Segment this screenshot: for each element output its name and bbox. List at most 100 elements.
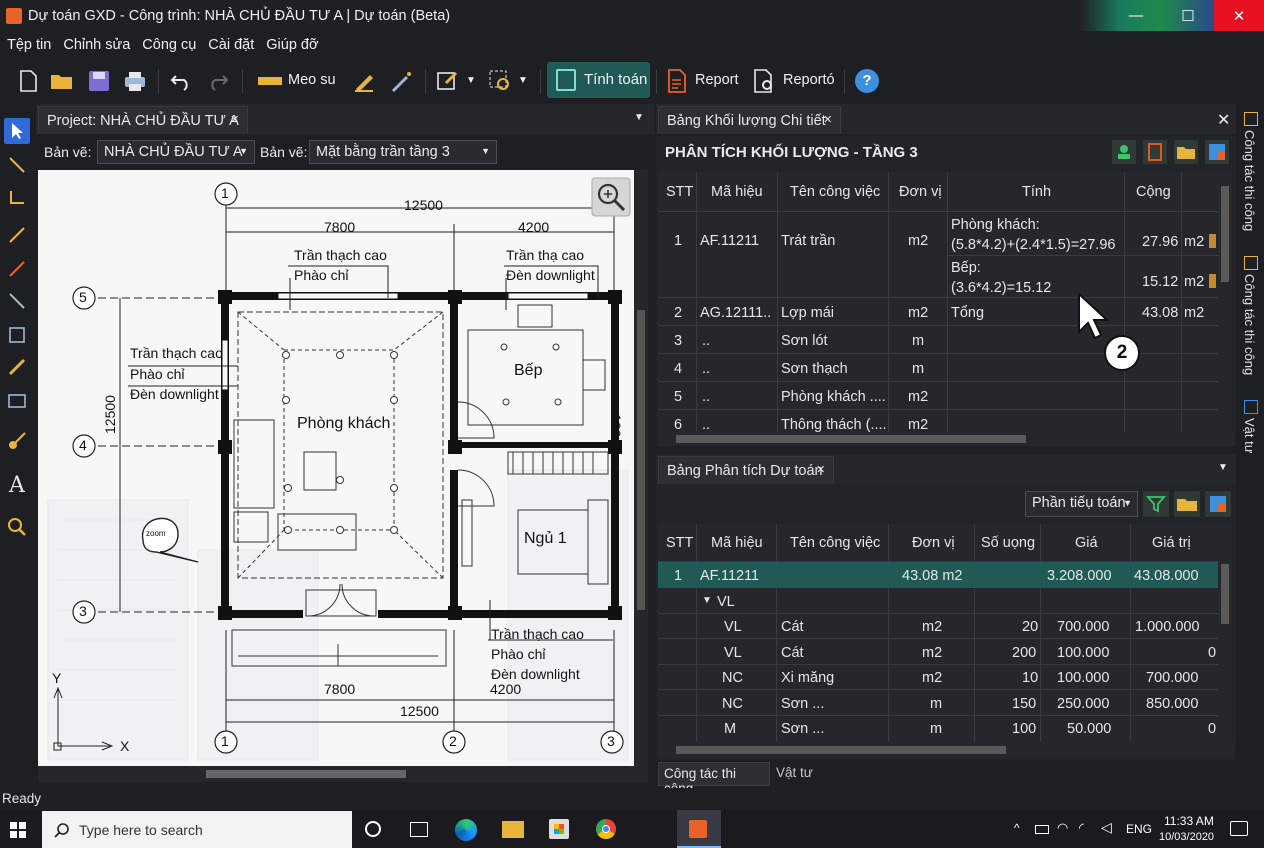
tab-cong-tac[interactable]: Công tác thi công bbox=[658, 762, 770, 796]
project-tab-close[interactable]: × bbox=[231, 112, 239, 128]
menu-settings[interactable]: Cài đặt bbox=[208, 37, 254, 53]
maximize-glyph[interactable]: ☐ bbox=[1162, 0, 1214, 31]
line-icon[interactable] bbox=[4, 222, 30, 248]
menu-tools[interactable]: Công cụ bbox=[142, 37, 196, 53]
chevron-down-icon: ▼ bbox=[239, 146, 248, 156]
drawing-select[interactable]: NHÀ CHỦ ĐẦU TƯ A ▼ bbox=[97, 140, 255, 164]
side-tab-1[interactable]: Công tác thi công bbox=[1242, 130, 1257, 231]
ban-ve-label: Bản vẽ: bbox=[44, 144, 92, 160]
tray-chevron-icon[interactable]: ^ bbox=[1014, 821, 1020, 835]
tinh-toan-button[interactable]: Tính toán bbox=[547, 62, 650, 98]
side-tab-3[interactable]: Vật tư bbox=[1242, 418, 1257, 453]
undo-icon[interactable] bbox=[167, 67, 195, 95]
select-dropdown-icon[interactable]: ▼ bbox=[518, 75, 528, 86]
taskbar-search-input[interactable]: Type here to search bbox=[42, 811, 352, 848]
help-icon[interactable]: ? bbox=[855, 69, 879, 93]
drawing-hscroll[interactable] bbox=[38, 766, 648, 782]
open-folder-icon[interactable] bbox=[48, 67, 76, 95]
folder-icon[interactable] bbox=[1174, 140, 1198, 164]
edit-cell-icon[interactable] bbox=[1209, 234, 1216, 248]
windows-start-icon[interactable] bbox=[10, 822, 26, 838]
detail-col-cong: Cộng bbox=[1136, 184, 1171, 200]
pencil-icon[interactable] bbox=[350, 67, 378, 95]
network-icon[interactable]: ◠ bbox=[1057, 820, 1068, 836]
task-view-icon[interactable] bbox=[410, 822, 428, 837]
detail-hscroll[interactable] bbox=[658, 432, 1234, 446]
select-arrow-icon[interactable] bbox=[4, 118, 30, 144]
notifications-icon[interactable] bbox=[1230, 821, 1248, 836]
estimate-hscroll[interactable] bbox=[658, 742, 1234, 758]
expand-icon[interactable]: ▼ bbox=[702, 595, 712, 606]
magic-pen-icon[interactable] bbox=[387, 67, 415, 95]
volume-icon[interactable]: ◁ bbox=[1101, 819, 1112, 836]
side-tab-2[interactable]: Công tác thi công bbox=[1242, 274, 1257, 375]
edit-cell-icon[interactable] bbox=[1209, 274, 1216, 288]
estimate-filter-select[interactable]: Phần tiếụ toán ▼ bbox=[1025, 491, 1138, 517]
zoom-in-button[interactable] bbox=[592, 178, 630, 216]
table-row[interactable] bbox=[658, 410, 1218, 434]
battery-icon[interactable] bbox=[1035, 825, 1049, 834]
menu-help[interactable]: Giúp đỡ bbox=[266, 37, 318, 53]
wifi-icon[interactable]: ◜ bbox=[1079, 820, 1084, 836]
menu-file[interactable]: Tệp tin bbox=[7, 37, 51, 53]
filter-icon[interactable] bbox=[1143, 491, 1169, 517]
select-zoom-icon[interactable] bbox=[486, 67, 514, 95]
minimize-glyph[interactable]: — bbox=[1110, 0, 1162, 31]
measure-icon[interactable] bbox=[256, 67, 284, 95]
save-table-icon[interactable] bbox=[1205, 140, 1229, 164]
print-icon[interactable] bbox=[121, 67, 149, 95]
move-icon[interactable] bbox=[4, 152, 30, 178]
floor-plan-canvas[interactable]: 12500 7800 4200 7800 4200 12500 12500 10… bbox=[38, 170, 634, 766]
menu-edit[interactable]: Chỉnh sửa bbox=[63, 37, 130, 53]
export-icon[interactable] bbox=[1143, 140, 1167, 164]
report-label[interactable]: Report bbox=[695, 72, 739, 88]
new-file-icon[interactable] bbox=[14, 67, 42, 95]
gxd-app-taskbar-button[interactable] bbox=[677, 810, 721, 848]
edit-icon[interactable] bbox=[434, 67, 462, 95]
estimate-vscroll[interactable] bbox=[1218, 524, 1232, 742]
clock-date[interactable]: 10/03/2020 bbox=[1159, 831, 1214, 843]
redo-icon[interactable] bbox=[204, 67, 232, 95]
edit-dropdown-icon[interactable]: ▼ bbox=[466, 75, 476, 86]
detail-vscroll[interactable] bbox=[1218, 172, 1232, 434]
panel-close-icon[interactable]: ✕ bbox=[1217, 110, 1230, 130]
file-explorer-icon[interactable] bbox=[502, 821, 524, 838]
table-row[interactable] bbox=[658, 588, 1218, 614]
cortana-icon[interactable] bbox=[365, 821, 381, 837]
estimate-folder-icon[interactable] bbox=[1174, 491, 1200, 517]
zoom-tool-icon[interactable] bbox=[4, 514, 30, 540]
table-row[interactable] bbox=[658, 382, 1218, 410]
clock-time[interactable]: 11:33 AM bbox=[1164, 814, 1214, 828]
chrome-icon[interactable] bbox=[596, 819, 616, 839]
area-icon[interactable] bbox=[4, 322, 30, 348]
axis-icon[interactable] bbox=[4, 184, 30, 210]
edge-browser-icon[interactable] bbox=[455, 819, 477, 841]
detail-tab-close[interactable]: × bbox=[824, 112, 832, 128]
dimension-icon[interactable] bbox=[4, 288, 30, 314]
rectangle-icon[interactable] bbox=[4, 388, 30, 414]
meo-su-label[interactable]: Meo su bbox=[288, 72, 336, 88]
estimate-save-icon[interactable] bbox=[1205, 491, 1231, 517]
tab-vat-tu[interactable]: Vật tư bbox=[772, 762, 832, 786]
panel-menu-icon[interactable]: ▼ bbox=[634, 112, 644, 123]
estimate-menu-icon[interactable]: ▼ bbox=[1218, 462, 1228, 473]
report2-label[interactable]: Reportó bbox=[783, 72, 835, 88]
detail-tab[interactable]: Bảng Khối lượng Chi tiết × bbox=[658, 106, 841, 134]
brush-icon[interactable] bbox=[4, 354, 30, 380]
estimate-tab-close[interactable]: × bbox=[817, 462, 825, 478]
text-tool-icon[interactable]: A bbox=[4, 472, 30, 498]
save-icon[interactable] bbox=[85, 67, 113, 95]
report-icon[interactable] bbox=[663, 67, 691, 95]
language-indicator[interactable]: ENG bbox=[1126, 822, 1152, 836]
project-tab[interactable]: Project: NHÀ CHỦ ĐẦU TƯ A × bbox=[38, 106, 248, 134]
store-icon[interactable] bbox=[549, 819, 569, 839]
cutter-icon[interactable] bbox=[4, 428, 30, 454]
drawing-vscroll[interactable] bbox=[634, 170, 648, 766]
import-icon[interactable] bbox=[1112, 140, 1136, 164]
report-preview-icon[interactable] bbox=[751, 67, 779, 95]
close-button[interactable]: ✕ bbox=[1214, 0, 1264, 31]
dim-left-top: 7800 bbox=[324, 219, 356, 235]
polyline-icon[interactable] bbox=[4, 256, 30, 282]
floor-select[interactable]: Mặt bằng trần tầng 3 ▼ bbox=[309, 140, 497, 164]
estimate-tab[interactable]: Bảng Phân tích Dự toán × bbox=[658, 456, 834, 484]
